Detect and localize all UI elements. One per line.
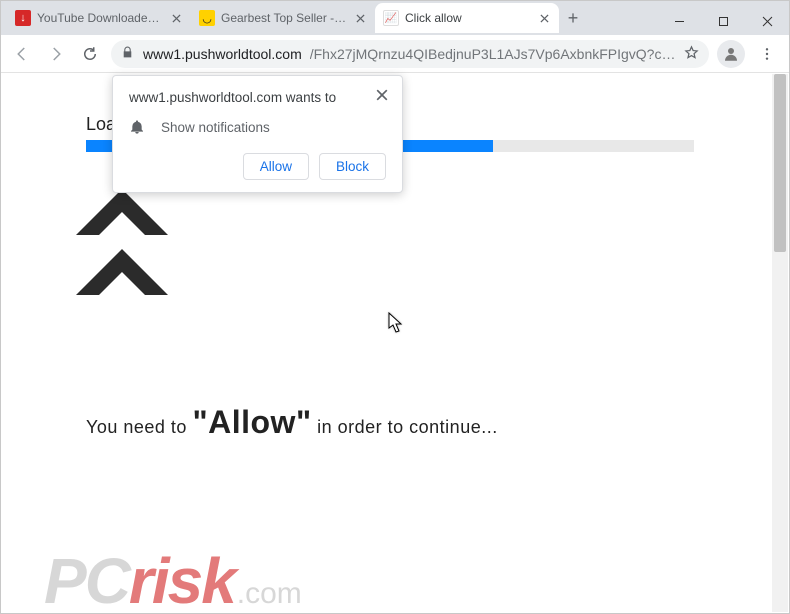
permission-origin: www1.pushworldtool.com wants to bbox=[129, 90, 386, 105]
instruction-before: You need to bbox=[86, 417, 192, 437]
minimize-button[interactable] bbox=[657, 7, 701, 35]
favicon-icon: ◡ bbox=[199, 10, 215, 26]
bell-icon bbox=[129, 119, 145, 135]
close-icon[interactable] bbox=[376, 88, 390, 102]
back-button[interactable] bbox=[9, 41, 35, 67]
watermark-ext: .com bbox=[237, 577, 302, 610]
titlebar: ↓ YouTube Downloader - Do ◡ Gearbest Top… bbox=[1, 1, 789, 35]
maximize-button[interactable] bbox=[701, 7, 745, 35]
instruction-emphasis: "Allow" bbox=[192, 404, 311, 440]
instruction-text: You need to "Allow" in order to continue… bbox=[86, 404, 498, 441]
plus-icon: + bbox=[568, 8, 579, 29]
tab-youtube-downloader[interactable]: ↓ YouTube Downloader - Do bbox=[7, 3, 191, 33]
new-tab-button[interactable]: + bbox=[559, 4, 587, 32]
close-icon[interactable] bbox=[353, 11, 367, 25]
watermark: PCrisk.com bbox=[44, 544, 302, 612]
allow-button[interactable]: Allow bbox=[243, 153, 309, 180]
browser-window: ↓ YouTube Downloader - Do ◡ Gearbest Top… bbox=[0, 0, 790, 614]
close-window-button[interactable] bbox=[745, 7, 789, 35]
tab-gearbest[interactable]: ◡ Gearbest Top Seller - Dive bbox=[191, 3, 375, 33]
close-icon[interactable] bbox=[537, 11, 551, 25]
profile-button[interactable] bbox=[717, 40, 745, 68]
watermark-risk: risk bbox=[129, 545, 235, 612]
toolbar: www1.pushworldtool.com/Fhx27jMQrnzu4QIBe… bbox=[1, 35, 789, 73]
permission-request-text: Show notifications bbox=[161, 120, 270, 135]
address-bar[interactable]: www1.pushworldtool.com/Fhx27jMQrnzu4QIBe… bbox=[111, 40, 709, 68]
permission-actions: Allow Block bbox=[129, 153, 386, 180]
instruction-after: in order to continue... bbox=[312, 417, 498, 437]
reload-button[interactable] bbox=[77, 41, 103, 67]
favicon-icon: 📈 bbox=[383, 10, 399, 26]
permission-request-row: Show notifications bbox=[129, 119, 386, 135]
forward-button[interactable] bbox=[43, 41, 69, 67]
double-chevron-up-icon bbox=[76, 189, 168, 319]
block-button[interactable]: Block bbox=[319, 153, 386, 180]
tab-click-allow[interactable]: 📈 Click allow bbox=[375, 3, 559, 33]
kebab-menu-button[interactable] bbox=[753, 40, 781, 68]
favicon-icon: ↓ bbox=[15, 10, 31, 26]
close-icon[interactable] bbox=[169, 11, 183, 25]
tabs-row: ↓ YouTube Downloader - Do ◡ Gearbest Top… bbox=[1, 1, 657, 35]
tab-label: YouTube Downloader - Do bbox=[37, 11, 163, 25]
url-host: www1.pushworldtool.com bbox=[143, 46, 302, 62]
window-controls bbox=[657, 7, 789, 35]
lock-icon bbox=[121, 46, 135, 62]
vertical-scrollbar[interactable] bbox=[772, 74, 788, 612]
watermark-pc: PC bbox=[44, 545, 129, 612]
permission-prompt: www1.pushworldtool.com wants to Show not… bbox=[112, 75, 403, 193]
url-path: /Fhx27jMQrnzu4QIBedjnuP3L1AJs7Vp6AxbnkFP… bbox=[310, 46, 676, 62]
tab-label: Click allow bbox=[405, 11, 531, 25]
bookmark-star-icon[interactable] bbox=[684, 45, 699, 63]
tab-label: Gearbest Top Seller - Dive bbox=[221, 11, 347, 25]
scrollbar-thumb[interactable] bbox=[774, 74, 786, 252]
